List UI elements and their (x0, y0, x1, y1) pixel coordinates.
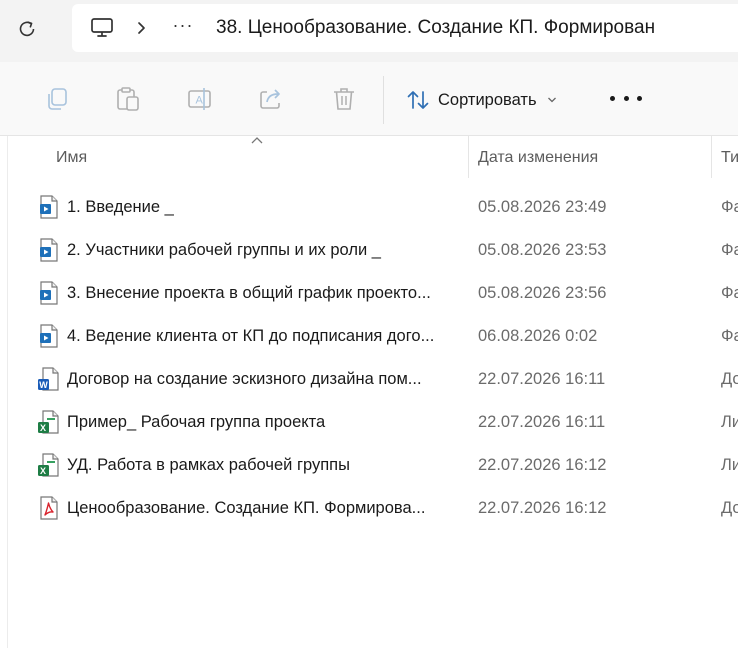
file-type: Ли (721, 413, 738, 431)
file-type: Ли (721, 456, 738, 474)
column-header-row: Имя Дата изменения Ти (0, 136, 738, 178)
column-resize-handle[interactable] (711, 136, 712, 178)
breadcrumb-chevron[interactable] (132, 21, 150, 35)
copy-icon[interactable] (44, 86, 70, 112)
pdf-file-icon (40, 496, 58, 520)
more-options-button[interactable] (610, 92, 642, 104)
svg-text:X: X (40, 423, 46, 433)
file-row[interactable]: W Договор на создание эскизного дизайна … (0, 358, 738, 401)
file-name: Ценообразование. Создание КП. Формирова.… (67, 499, 426, 517)
paste-icon[interactable] (115, 86, 141, 112)
chevron-right-icon (138, 22, 145, 34)
delete-icon[interactable] (331, 86, 357, 112)
svg-text:A: A (196, 95, 204, 107)
word-file-icon: W (38, 367, 59, 391)
file-type: Фа (721, 327, 738, 345)
file-date: 05.08.2026 23:49 (478, 198, 607, 216)
column-header-date[interactable]: Дата изменения (478, 149, 598, 167)
breadcrumb-current-folder[interactable]: 38. Ценообразование. Создание КП. Формир… (216, 17, 655, 39)
file-date: 22.07.2026 16:12 (478, 499, 607, 517)
file-date: 22.07.2026 16:11 (478, 370, 606, 388)
sort-button-label: Сортировать (438, 90, 537, 109)
file-date: 22.07.2026 16:11 (478, 413, 606, 431)
toolbar-separator (383, 76, 384, 124)
file-row[interactable]: 1. Введение _ 05.08.2026 23:49 Фа (0, 186, 738, 229)
monitor-icon (91, 18, 113, 37)
file-date: 06.08.2026 0:02 (478, 327, 598, 345)
file-date: 22.07.2026 16:12 (478, 456, 607, 474)
file-name: 2. Участники рабочей группы и их роли _ (67, 241, 381, 259)
refresh-icon (19, 21, 35, 37)
file-name: 1. Введение _ (67, 198, 174, 216)
file-type: До (721, 499, 738, 517)
video-file-icon (40, 324, 58, 348)
file-row[interactable]: 3. Внесение проекта в общий график проек… (0, 272, 738, 315)
more-dot-icon (610, 95, 615, 101)
column-header-type[interactable]: Ти (721, 149, 738, 167)
file-name: Пример_ Рабочая группа проекта (67, 413, 326, 431)
refresh-button[interactable] (10, 12, 44, 46)
file-date: 05.08.2026 23:53 (478, 241, 607, 259)
file-row[interactable]: X УД. Работа в рамках рабочей группы 22.… (0, 444, 738, 487)
column-header-name[interactable]: Имя (56, 149, 87, 167)
excel-file-icon: X (38, 453, 59, 477)
sort-button[interactable]: Сортировать (406, 88, 565, 112)
sort-arrows-icon (407, 91, 429, 109)
more-dot-icon (637, 95, 642, 101)
address-bar-region: ··· 38. Ценообразование. Создание КП. Фо… (0, 0, 738, 62)
video-file-icon (40, 195, 58, 219)
command-bar: A Сортировать (0, 62, 738, 136)
file-name: 4. Ведение клиента от КП до подписания д… (67, 327, 435, 345)
file-row[interactable]: 4. Ведение клиента от КП до подписания д… (0, 315, 738, 358)
chevron-down-icon (547, 97, 556, 103)
share-icon[interactable] (258, 86, 284, 112)
more-dot-icon (623, 95, 629, 101)
file-row[interactable]: X Пример_ Рабочая группа проекта 22.07.2… (0, 401, 738, 444)
file-name: УД. Работа в рамках рабочей группы (67, 456, 350, 474)
file-row[interactable]: 2. Участники рабочей группы и их роли _ … (0, 229, 738, 272)
excel-file-icon: X (38, 410, 59, 434)
video-file-icon (40, 238, 58, 262)
file-type: Фа (721, 241, 738, 259)
svg-text:W: W (39, 380, 48, 390)
this-pc-breadcrumb[interactable] (72, 17, 132, 39)
file-row[interactable]: Ценообразование. Создание КП. Формирова.… (0, 487, 738, 530)
file-type: Фа (721, 198, 738, 216)
file-name: Договор на создание эскизного дизайна по… (67, 370, 422, 388)
file-type: Фа (721, 284, 738, 302)
rename-icon[interactable]: A (187, 86, 213, 112)
file-type: До (721, 370, 738, 388)
file-name: 3. Внесение проекта в общий график проек… (67, 284, 431, 302)
svg-text:X: X (40, 466, 46, 476)
sort-ascending-caret-icon (251, 137, 263, 144)
breadcrumb-overflow-button[interactable]: ··· (150, 15, 216, 36)
address-bar[interactable]: ··· 38. Ценообразование. Создание КП. Фо… (72, 4, 738, 52)
column-resize-handle[interactable] (468, 136, 469, 178)
file-date: 05.08.2026 23:56 (478, 284, 607, 302)
video-file-icon (40, 281, 58, 305)
